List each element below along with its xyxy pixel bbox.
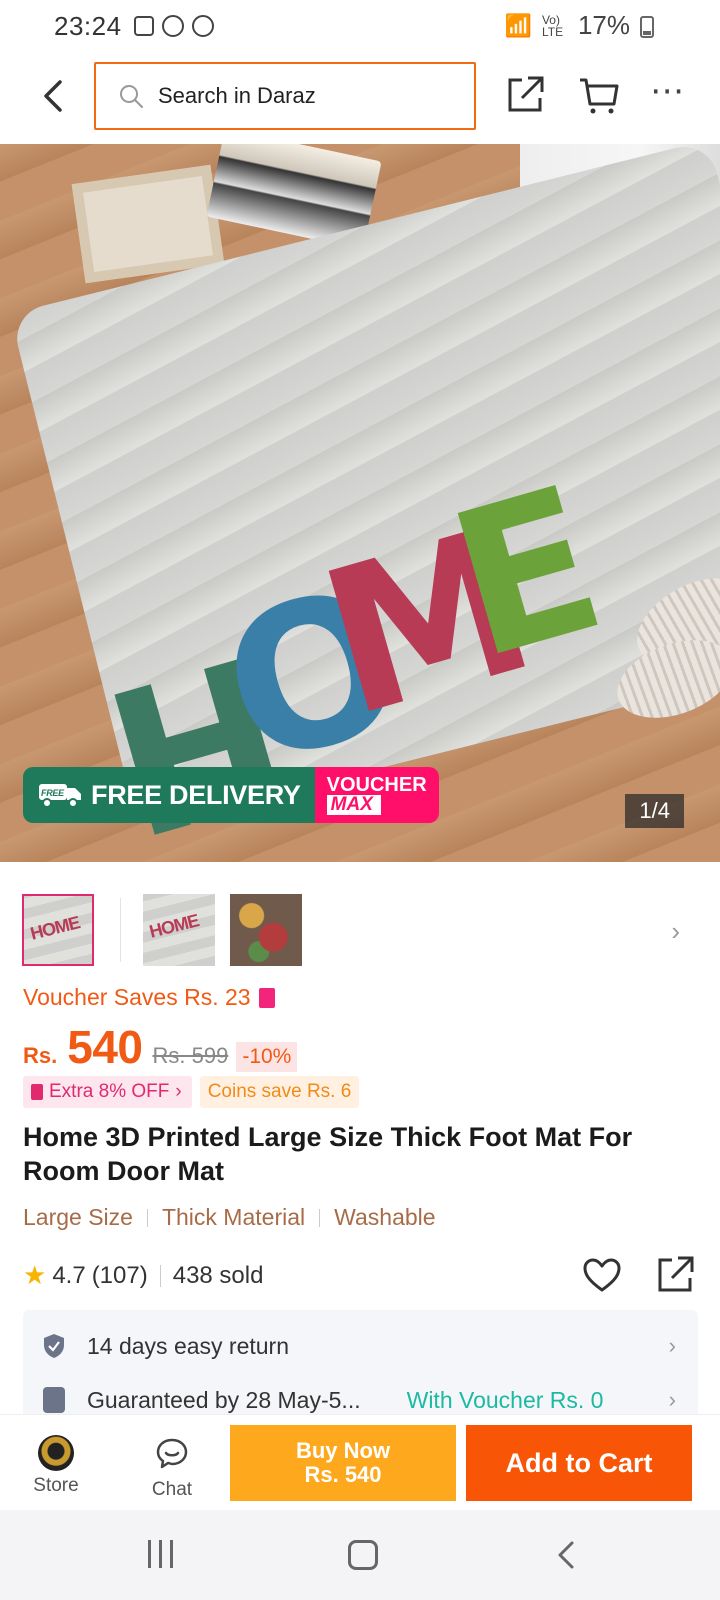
battery-icon [640,16,654,38]
thumbnail-strip: › [0,876,720,972]
free-delivery-label: FREE DELIVERY [91,779,301,810]
thumbnail-image [143,894,215,966]
delivery-icon [43,1387,65,1413]
feature-tag: Washable [334,1204,436,1230]
status-right: 📶 Vo) LTE 17% [505,10,650,41]
chevron-right-icon: › [175,1081,182,1102]
divider [120,898,121,962]
review-count: (107) [91,1261,148,1289]
chat-button[interactable]: Chat [140,1435,204,1501]
return-policy-row[interactable]: 14 days easy return › [23,1318,698,1374]
delivery-row[interactable]: Guaranteed by 28 May-5... With Voucher R… [23,1372,698,1420]
voucher-label: VOUCHER [326,774,427,796]
thumbnail-image [24,896,92,964]
thumbnail-1[interactable] [22,894,94,966]
free-delivery-badge: FREE FREE DELIVERY [23,767,315,823]
product-image-carousel[interactable]: H O M E FREE FREE DELIVERY VOUCHER MAX 1… [0,144,720,862]
share-icon[interactable] [504,74,546,116]
service-panel: 14 days easy return › Guaranteed by 28 M… [23,1310,698,1420]
discount-badge: -10% [236,1042,298,1072]
snapchat-icon [191,15,214,37]
original-price: Rs. 599 [152,1043,229,1068]
divider [146,1208,148,1227]
chevron-right-icon: › [668,1387,676,1412]
delivery-voucher-label: With Voucher Rs. 0 [406,1386,604,1413]
voucher-tag-icon [31,1084,43,1100]
divider [319,1208,321,1227]
add-to-cart-button[interactable]: Add to Cart [466,1425,692,1501]
truck-icon: FREE [39,784,81,808]
feature-tag: Large Size [23,1204,133,1230]
system-nav-bar [0,1510,720,1600]
network-label: Vo) LTE [541,12,564,39]
buy-now-label: Buy Now [295,1438,391,1463]
chevron-right-icon: › [668,1333,676,1358]
voucher-max-label: MAX [326,795,381,815]
status-bar: 23:24 📶 Vo) LTE 17% [0,0,720,52]
share-icon[interactable] [654,1254,696,1296]
gallery-icon [133,16,154,36]
search-icon [120,85,143,108]
status-time: 23:24 [54,10,122,41]
voucher-savings[interactable]: Voucher Saves Rs. 23 [23,984,275,1011]
whatsapp-icon [161,15,184,37]
chevron-right-icon[interactable]: › [671,916,680,947]
current-price: 540 [67,1021,143,1073]
rating-value: 4.7 [52,1261,86,1289]
free-tag: FREE [41,788,65,798]
extra-off-label: Extra 8% OFF [49,1081,170,1102]
store-label: Store [33,1475,79,1496]
coins-save-chip[interactable]: Coins save Rs. 6 [199,1076,360,1108]
thumbnail-image [230,894,302,966]
extra-off-chip[interactable]: Extra 8% OFF › [23,1076,192,1108]
wifi-icon: 📶 [504,12,532,38]
voucher-tag-icon [258,987,275,1008]
buy-now-price: Rs. 540 [304,1462,382,1487]
star-icon: ★ [23,1260,47,1290]
store-logo-icon [38,1435,74,1471]
rating-row[interactable]: ★ 4.7 (107) 438 sold [23,1260,263,1291]
top-bar: Search in Daraz ⋯ [0,58,720,138]
buy-now-button[interactable]: Buy Now Rs. 540 [230,1425,456,1501]
search-input[interactable]: Search in Daraz [94,62,476,130]
voucher-savings-text: Voucher Saves Rs. 23 [23,984,251,1010]
home-icon[interactable] [348,1540,378,1570]
promo-badge: FREE FREE DELIVERY VOUCHER MAX [23,767,439,823]
feature-tags: Large Size Thick Material Washable [23,1204,436,1231]
bottom-action-bar: Store Chat Buy Now Rs. 540 Add to Cart [0,1414,720,1510]
image-counter: 1/4 [625,794,684,828]
voucher-max-badge: VOUCHER MAX [314,767,439,823]
thumbnail-2[interactable] [143,894,215,966]
thumbnail-3[interactable] [230,894,302,966]
price-row: Rs. 540 Rs. 599 -10% [23,1020,298,1074]
battery-percent: 17% [577,10,630,40]
divider [159,1264,161,1287]
promo-row: Extra 8% OFF › Coins save Rs. 6 [23,1076,360,1108]
notification-icons [133,15,214,37]
product-title: Home 3D Printed Large Size Thick Foot Ma… [23,1122,633,1186]
recent-apps-icon[interactable] [148,1540,173,1568]
currency-label: Rs. [23,1043,58,1068]
sold-count: 438 sold [172,1261,264,1289]
search-placeholder: Search in Daraz [158,83,316,108]
feature-tag: Thick Material [161,1204,306,1230]
back-icon[interactable] [552,1540,582,1570]
chat-icon [156,1438,188,1469]
chat-label: Chat [151,1479,193,1500]
delivery-guarantee-label: Guaranteed by 28 May-5... [87,1386,361,1413]
cart-icon[interactable] [578,74,620,116]
store-button[interactable]: Store [24,1435,88,1497]
return-policy-label: 14 days easy return [87,1332,290,1359]
more-icon[interactable]: ⋯ [650,74,692,116]
shield-icon [44,1334,64,1358]
heart-icon[interactable] [582,1256,622,1296]
back-arrow-icon[interactable] [34,76,74,116]
